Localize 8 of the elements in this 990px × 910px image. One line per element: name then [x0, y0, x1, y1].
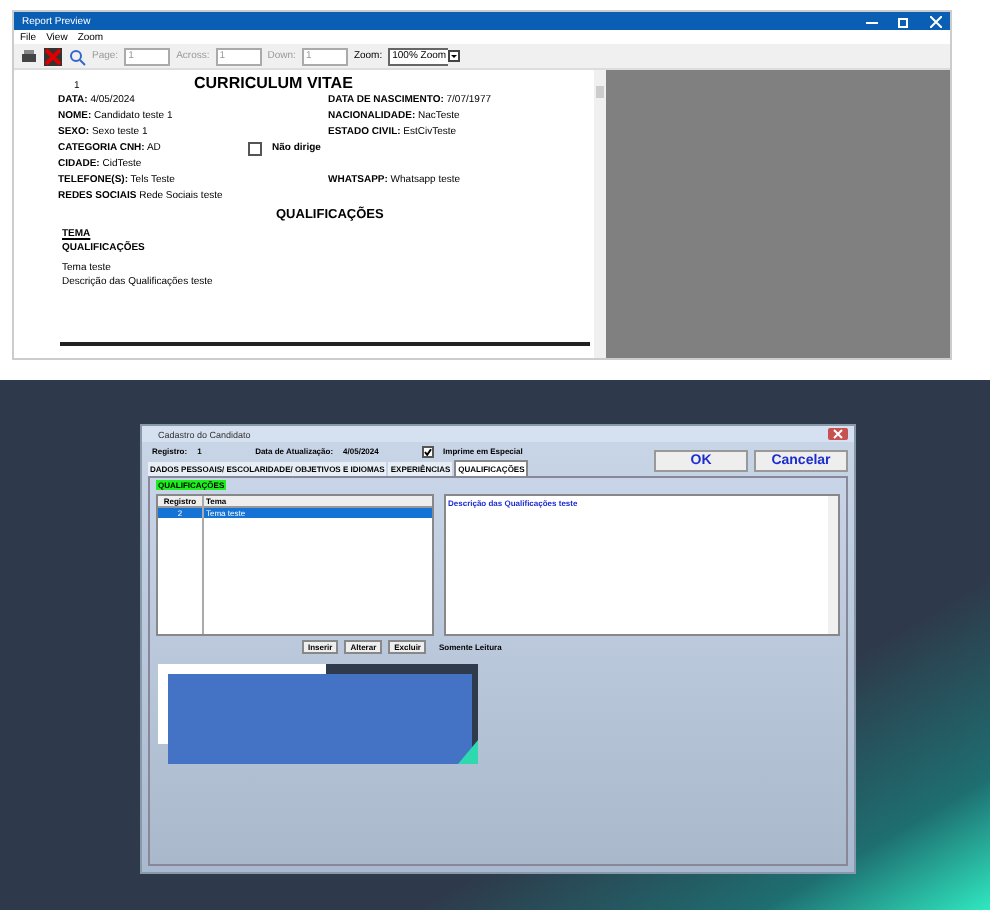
scrollbar[interactable] [594, 70, 606, 358]
close-icon[interactable] [44, 47, 62, 65]
restore-icon[interactable] [898, 15, 910, 27]
magnifier-icon[interactable] [68, 47, 86, 65]
dropdown-arrow-icon[interactable] [448, 50, 461, 62]
checkbox[interactable] [421, 445, 434, 457]
printer-icon[interactable] [20, 47, 38, 65]
report-title: CURRICULUM VITAE [194, 74, 353, 92]
